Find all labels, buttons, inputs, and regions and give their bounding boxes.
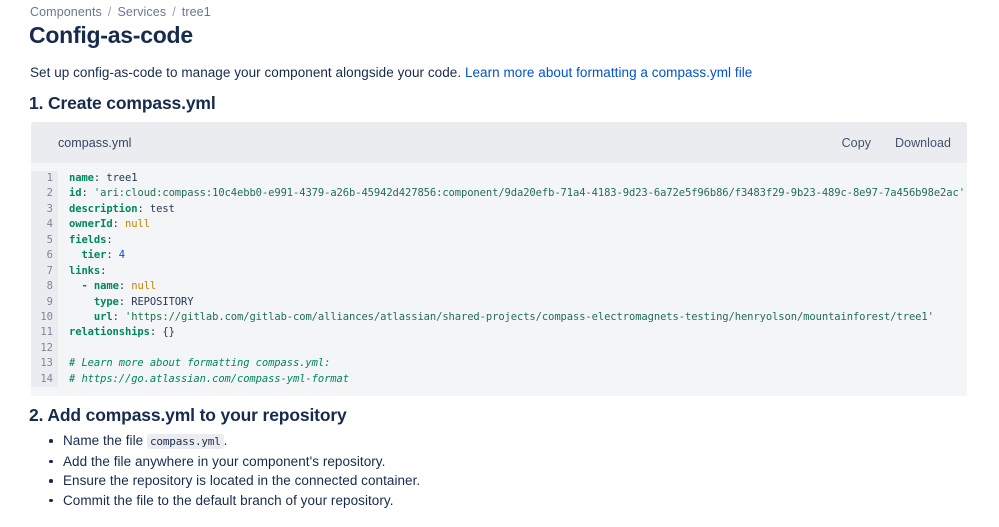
list-item: Name the file compass.yml. (48, 431, 420, 451)
code-block-header: compass.yml Copy Download (31, 122, 967, 163)
inline-code-compass-yml: compass.yml (147, 434, 224, 449)
breadcrumb-separator: / (107, 5, 112, 19)
code-line-number-gutter: 1 2 3 4 5 6 7 8 9 10 11 12 13 14 (31, 171, 58, 388)
list-item: Commit the file to the default branch of… (48, 491, 420, 510)
line-number: 12 (40, 341, 53, 354)
code-block-card: compass.yml Copy Download 1 2 3 4 5 6 7 … (31, 122, 967, 397)
list-item-text: Add the file anywhere in your component'… (63, 453, 386, 469)
code-line: tier: 4 (81, 249, 126, 262)
breadcrumb-separator: / (172, 5, 176, 19)
list-item: Add the file anywhere in your component'… (48, 452, 420, 471)
list-item: Ensure the repository is located in the … (48, 471, 421, 490)
list-item-text: Ensure the repository is located in the … (63, 473, 421, 488)
intro-paragraph: Set up config-as-code to manage your com… (30, 64, 752, 82)
breadcrumb: Components / Services / tree1 (30, 4, 211, 20)
code-filename-label: compass.yml (58, 135, 132, 150)
code-line: links: (69, 264, 107, 277)
code-line: url: 'https://gitlab.com/gitlab-com/alli… (93, 310, 934, 323)
config-as-code-page: Components / Services / tree1 Config-as-code… (0, 0, 999, 527)
code-line: name: tree1 (69, 172, 138, 184)
line-number: 1 (46, 172, 53, 184)
code-line: type: REPOSITORY (93, 295, 194, 308)
code-line: # https://go.atlassian.com/compass-yml-f… (69, 372, 349, 385)
line-number: 3 (46, 202, 53, 215)
line-number: 7 (46, 264, 53, 277)
breadcrumb-item-tree1[interactable]: tree1 (182, 5, 211, 19)
line-number: 9 (46, 295, 53, 308)
line-number: 5 (46, 233, 53, 246)
section-heading-create-compass-yml: 1. Create compass.yml (29, 93, 216, 113)
intro-text: Set up config-as-code to manage your com… (30, 65, 462, 80)
line-number: 11 (40, 326, 53, 339)
breadcrumb-item-components[interactable]: Components (30, 5, 102, 19)
section-heading-add-compass-yml: 2. Add compass.yml to your repository (29, 405, 347, 425)
list-item-text-after: . (223, 433, 228, 448)
breadcrumb-item-services[interactable]: Services (117, 5, 166, 19)
list-item-text: Commit the file to the default branch of… (63, 492, 394, 508)
line-number: 13 (40, 357, 53, 370)
code-block-actions: Copy Download (842, 135, 951, 151)
steps-list: Name the file compass.yml. Add the file … (30, 431, 420, 510)
line-number: 6 (46, 249, 53, 262)
code-line: id: 'ari:cloud:compass:10c4ebb0-e991-437… (69, 187, 965, 200)
copy-button[interactable]: Copy (842, 135, 871, 151)
line-number: 2 (46, 187, 53, 200)
learn-more-link[interactable]: Learn more about formatting a compass.ym… (465, 65, 752, 80)
code-content[interactable]: name: tree1 id: 'ari:cloud:compass:10c4e… (58, 171, 967, 387)
line-number: 10 (40, 310, 53, 323)
line-number: 4 (46, 218, 53, 231)
code-line: description: test (69, 202, 175, 215)
code-line: ownerId: null (69, 218, 150, 231)
code-line: - name: null (81, 280, 157, 293)
code-line: relationships: {} (69, 326, 175, 339)
page-title: Config-as-code (29, 22, 193, 48)
code-line: # Learn more about formatting compass.ym… (69, 357, 331, 370)
list-item-text: Name the file (63, 433, 147, 448)
line-number: 14 (40, 372, 53, 385)
download-button[interactable]: Download (895, 135, 951, 151)
code-line: fields: (69, 233, 113, 246)
code-block-body: 1 2 3 4 5 6 7 8 9 10 11 12 13 14 name: t… (31, 163, 967, 397)
line-number: 8 (46, 280, 53, 293)
